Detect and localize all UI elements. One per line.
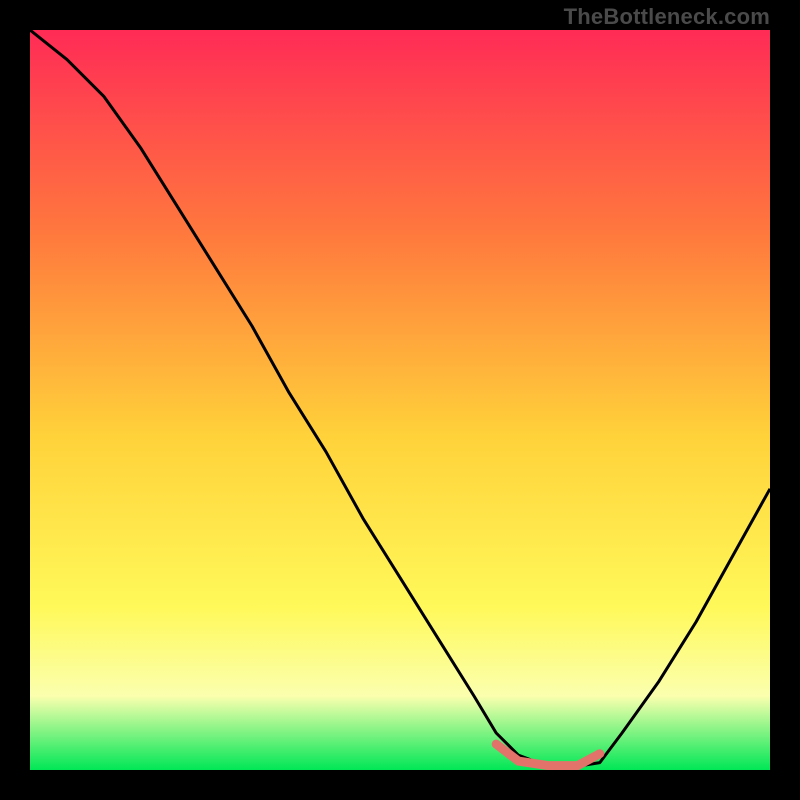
watermark-text: TheBottleneck.com: [564, 4, 770, 30]
bottleneck-chart: [30, 30, 770, 770]
gradient-background: [30, 30, 770, 770]
chart-frame: [30, 30, 770, 770]
